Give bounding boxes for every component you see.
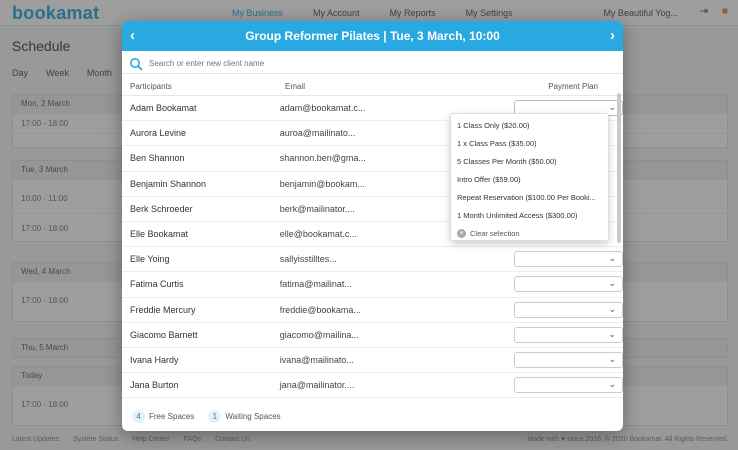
waiting-spaces: 1 Waiting Spaces bbox=[208, 410, 281, 423]
participant-email: freddie@bookama... bbox=[279, 304, 361, 315]
payment-plan-column-header: Payment Plan bbox=[548, 82, 598, 91]
participant-name: Giacomo Barnett bbox=[130, 329, 198, 340]
payment-plan-select[interactable]: ⌄ bbox=[513, 351, 623, 368]
waiting-spaces-label: Waiting Spaces bbox=[225, 412, 281, 421]
payment-plan-option[interactable]: 5 Classes Per Month ($50.00) bbox=[451, 152, 608, 170]
payment-plan-select[interactable]: ⌄ bbox=[513, 326, 623, 343]
table-row: Giacomo Barnett giacomo@mailina... ⌄ bbox=[122, 323, 623, 348]
payment-plan-dropdown: 1 Class Only ($20.00) 1 x Class Pass ($35… bbox=[450, 113, 609, 241]
participant-name: Elle Bookamat bbox=[130, 229, 189, 240]
participant-name: Aurora Levine bbox=[130, 128, 187, 139]
participant-email: giacomo@mailina... bbox=[279, 329, 359, 340]
free-spaces-count: 4 bbox=[132, 410, 145, 423]
participant-name: Benjamin Shannon bbox=[130, 178, 207, 189]
participant-email: ivana@mailinato... bbox=[279, 354, 354, 365]
participants-column-header: Participants bbox=[130, 82, 172, 91]
participant-email: sallyisstilltes... bbox=[279, 254, 337, 265]
modal-header: ‹ Group Reformer Pilates | Tue, 3 March,… bbox=[122, 21, 623, 51]
participant-name: Jana Burton bbox=[130, 380, 179, 391]
next-arrow-icon[interactable]: › bbox=[610, 27, 615, 44]
chevron-down-icon: ⌄ bbox=[608, 353, 616, 364]
modal-footer: 4 Free Spaces 1 Waiting Spaces bbox=[132, 410, 281, 423]
payment-plan-option[interactable]: Intro Offer ($59.00) bbox=[451, 170, 608, 188]
table-row: Ivana Hardy ivana@mailinato... ⌄ bbox=[122, 348, 623, 374]
free-spaces: 4 Free Spaces bbox=[132, 410, 194, 423]
participant-name: Fatima Curtis bbox=[130, 279, 184, 290]
payment-plan-option[interactable]: Repeat Reservation ($100.00 Per Booki... bbox=[451, 188, 608, 206]
participant-name: Ivana Hardy bbox=[130, 354, 179, 365]
payment-plan-option[interactable]: 1 Class Only ($20.00) bbox=[451, 116, 608, 134]
clear-selection-label: Clear selection bbox=[470, 228, 520, 238]
search-icon bbox=[130, 57, 143, 70]
table-row: Freddie Mercury freddie@bookama... ⌄ bbox=[122, 298, 623, 323]
client-search-input[interactable] bbox=[149, 59, 549, 68]
payment-plan-select[interactable]: ⌄ bbox=[513, 251, 623, 268]
participant-name: Berk Schroeder bbox=[130, 203, 193, 214]
previous-arrow-icon[interactable]: ‹ bbox=[130, 27, 135, 44]
clear-selection-option[interactable]: × Clear selection bbox=[451, 224, 608, 242]
chevron-down-icon: ⌄ bbox=[608, 102, 616, 113]
table-row: Elle Yoing sallyisstilltes... ⌄ bbox=[122, 247, 623, 273]
participant-email: jana@mailinator.... bbox=[279, 380, 355, 391]
chevron-down-icon: ⌄ bbox=[608, 303, 616, 314]
participant-name: Ben Shannon bbox=[130, 153, 185, 164]
payment-plan-select[interactable]: ⌄ bbox=[513, 301, 623, 318]
chevron-down-icon: ⌄ bbox=[608, 328, 616, 339]
participant-email: fatima@mailinat... bbox=[279, 279, 352, 290]
table-row: Jana Burton jana@mailinator.... ⌄ bbox=[122, 373, 623, 399]
table-row: Fatima Curtis fatima@mailinat... ⌄ bbox=[122, 272, 623, 298]
chevron-down-icon: ⌄ bbox=[608, 253, 616, 264]
table-header: Participants Email Payment Plan bbox=[122, 78, 623, 96]
waiting-spaces-count: 1 bbox=[208, 410, 222, 423]
modal-title: Group Reformer Pilates | Tue, 3 March, 1… bbox=[245, 29, 500, 43]
participant-email: adam@bookamat.c... bbox=[279, 103, 366, 114]
booking-modal: ‹ Group Reformer Pilates | Tue, 3 March,… bbox=[122, 21, 623, 431]
payment-plan-select[interactable]: ⌄ bbox=[513, 276, 623, 293]
chevron-down-icon: ⌄ bbox=[608, 278, 616, 289]
chevron-down-icon: ⌄ bbox=[608, 379, 616, 390]
email-column-header: Email bbox=[285, 82, 306, 91]
participant-name: Elle Yoing bbox=[130, 254, 170, 265]
payment-plan-option[interactable]: 1 x Class Pass ($35.00) bbox=[451, 134, 608, 152]
scrollbar[interactable] bbox=[617, 93, 621, 243]
clear-icon: × bbox=[457, 228, 466, 238]
client-search bbox=[122, 54, 623, 74]
participant-name: Adam Bookamat bbox=[130, 103, 197, 114]
free-spaces-label: Free Spaces bbox=[149, 412, 195, 421]
payment-plan-option[interactable]: 1 Month Unlimited Access ($300.00) bbox=[451, 206, 608, 224]
payment-plan-select[interactable]: ⌄ bbox=[513, 377, 623, 394]
participant-name: Freddie Mercury bbox=[130, 304, 196, 315]
